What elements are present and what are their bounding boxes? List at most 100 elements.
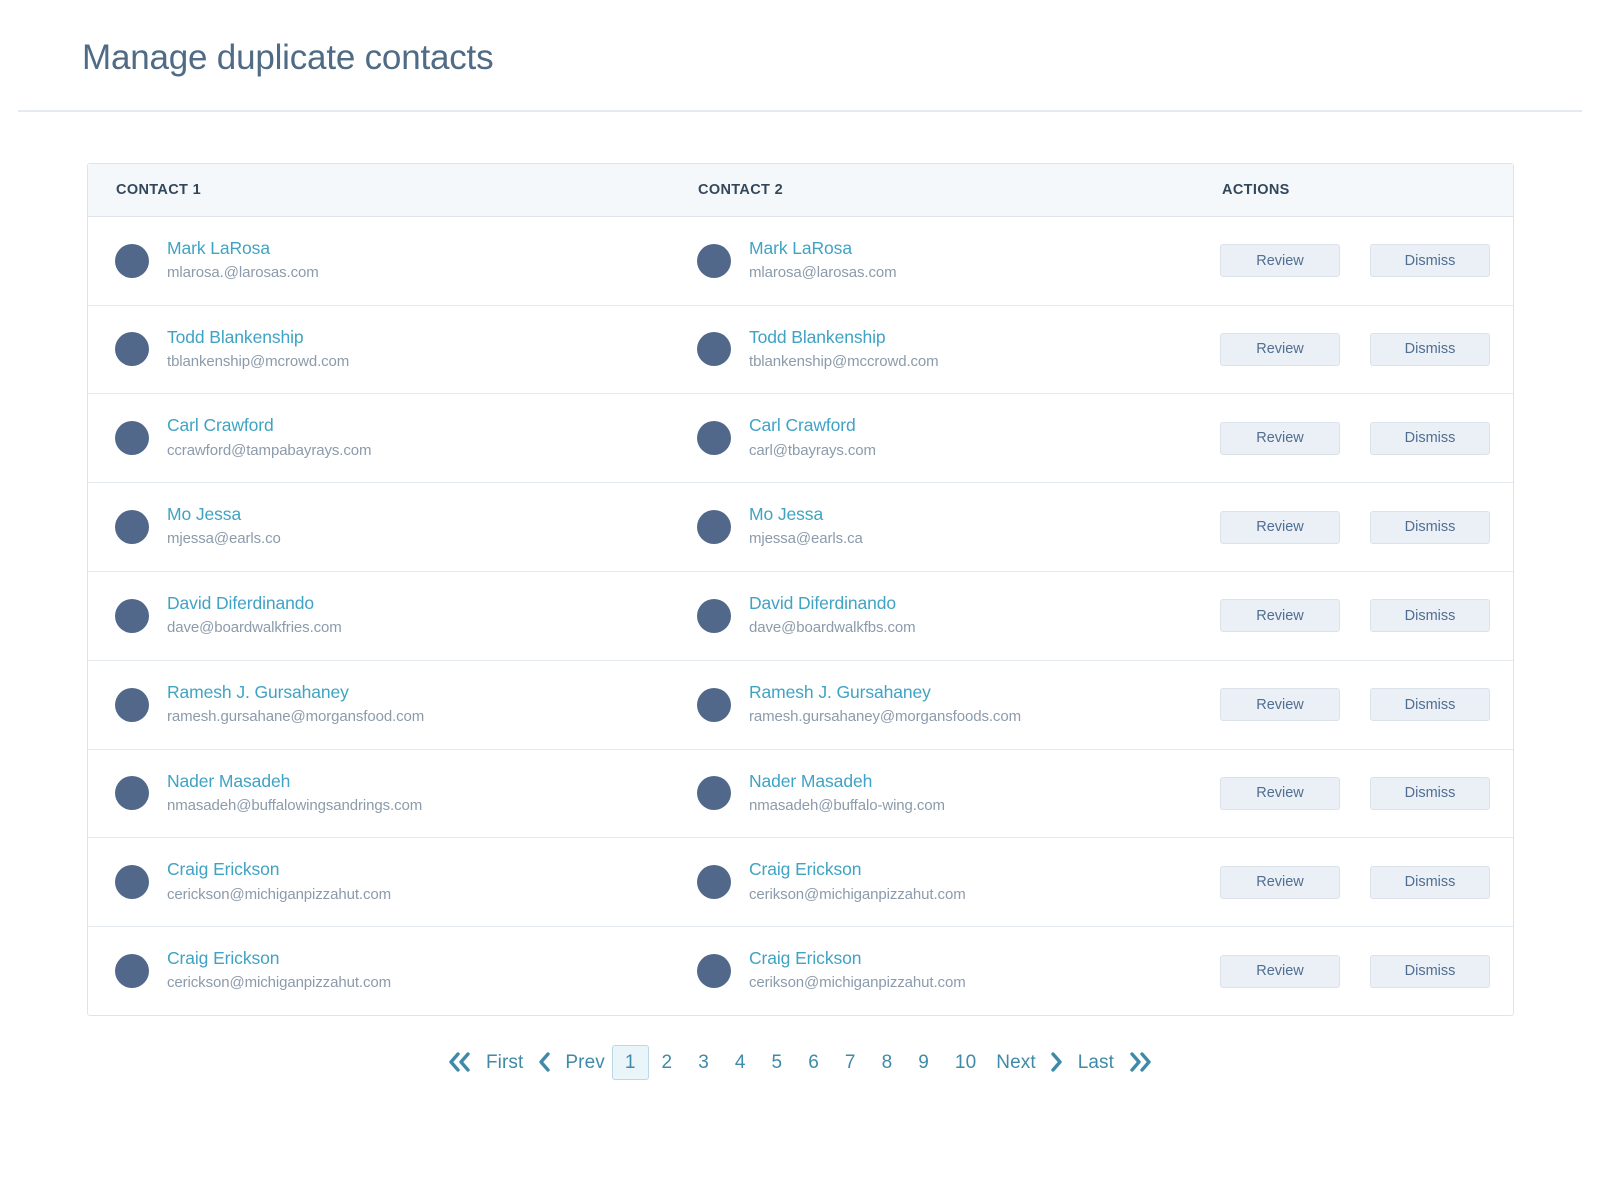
table-body: Mark LaRosa mlarosa.@larosas.com Mark LaRo…: [88, 217, 1513, 1015]
contact-name-link[interactable]: Carl Crawford: [167, 414, 371, 437]
prev-page-icon[interactable]: [530, 1045, 558, 1079]
next-page-icon[interactable]: [1043, 1045, 1071, 1079]
page-number-9[interactable]: 9: [905, 1047, 942, 1078]
contact-name-link[interactable]: Ramesh J. Gursahaney: [749, 681, 1021, 704]
contact-email: cerikson@michiganpizzahut.com: [749, 974, 966, 992]
dismiss-button[interactable]: Dismiss: [1370, 599, 1490, 633]
page-title: Manage duplicate contacts: [82, 38, 494, 77]
table-row: Todd Blankenship tblankenship@mcrowd.com T…: [88, 306, 1513, 395]
contact-email: cerickson@michiganpizzahut.com: [167, 885, 391, 903]
contact-text: Ramesh J. Gursahaney ramesh.gursahane@mor…: [167, 681, 424, 729]
page-number-3[interactable]: 3: [685, 1047, 722, 1078]
contact-name-link[interactable]: Mark LaRosa: [167, 237, 319, 260]
contact-name-link[interactable]: Todd Blankenship: [749, 326, 939, 349]
dismiss-button[interactable]: Dismiss: [1370, 776, 1490, 810]
table-row: Mark LaRosa mlarosa.@larosas.com Mark LaRo…: [88, 217, 1513, 306]
dismiss-button[interactable]: Dismiss: [1370, 244, 1490, 278]
page-number-8[interactable]: 8: [869, 1047, 906, 1078]
dismiss-button[interactable]: Dismiss: [1370, 510, 1490, 544]
review-button[interactable]: Review: [1220, 865, 1340, 899]
contact-text: Nader Masadeh nmasadeh@buffalowingsandrin…: [167, 770, 422, 818]
action-button-group: Review Dismiss: [1220, 954, 1490, 988]
header-divider: [18, 109, 1582, 112]
avatar: [697, 776, 731, 811]
avatar: [115, 776, 149, 811]
avatar: [697, 865, 731, 900]
action-button-group: Review Dismiss: [1220, 332, 1490, 366]
avatar: [115, 510, 149, 545]
first-page-button[interactable]: First: [479, 1047, 530, 1078]
contact-text: Mo Jessa mjessa@earls.ca: [749, 503, 863, 551]
review-button[interactable]: Review: [1220, 244, 1340, 278]
contact-name-link[interactable]: Nader Masadeh: [167, 770, 422, 793]
contact-name-link[interactable]: Craig Erickson: [749, 858, 966, 881]
action-button-group: Review Dismiss: [1220, 688, 1490, 722]
avatar: [115, 332, 149, 367]
last-page-button[interactable]: Last: [1071, 1047, 1121, 1078]
table-row: David Diferdinando dave@boardwalkfries.co…: [88, 572, 1513, 661]
last-page-icon[interactable]: [1121, 1045, 1159, 1079]
action-button-group: Review Dismiss: [1220, 244, 1490, 278]
avatar: [115, 421, 149, 456]
dismiss-button[interactable]: Dismiss: [1370, 954, 1490, 988]
review-button[interactable]: Review: [1220, 510, 1340, 544]
cell-actions: Review Dismiss: [1198, 510, 1513, 544]
dismiss-button[interactable]: Dismiss: [1370, 688, 1490, 722]
page-number-10[interactable]: 10: [942, 1047, 989, 1078]
contact-text: Nader Masadeh nmasadeh@buffalo-wing.com: [749, 770, 945, 818]
contact-name-link[interactable]: Carl Crawford: [749, 414, 876, 437]
page-number-6[interactable]: 6: [795, 1047, 832, 1078]
contact-name-link[interactable]: Ramesh J. Gursahaney: [167, 681, 424, 704]
review-button[interactable]: Review: [1220, 332, 1340, 366]
review-button[interactable]: Review: [1220, 421, 1340, 455]
column-header-contact-1: CONTACT 1: [116, 181, 202, 198]
cell-contact2: Nader Masadeh nmasadeh@buffalo-wing.com: [672, 770, 1198, 818]
table-row: Mo Jessa mjessa@earls.co Mo Jessa mjessa@ea…: [88, 483, 1513, 572]
pagination: First Prev 1 2 3 4 5 6 7 8 9 10 Next Last: [0, 1044, 1600, 1080]
action-button-group: Review Dismiss: [1220, 865, 1490, 899]
page-number-7[interactable]: 7: [832, 1047, 869, 1078]
page-number-1[interactable]: 1: [611, 1044, 649, 1080]
cell-contact2: David Diferdinando dave@boardwalkfbs.com: [672, 592, 1198, 640]
contact-email: mjessa@earls.ca: [749, 530, 863, 548]
page-header: Manage duplicate contacts: [0, 0, 1600, 112]
avatar: [115, 598, 149, 633]
cell-contact1: Todd Blankenship tblankenship@mcrowd.com: [88, 326, 672, 374]
cell-contact2: Craig Erickson cerikson@michiganpizzahut.…: [672, 858, 1198, 906]
contact-name-link[interactable]: Craig Erickson: [167, 947, 391, 970]
page-number-4[interactable]: 4: [722, 1047, 759, 1078]
page-number-5[interactable]: 5: [759, 1047, 796, 1078]
review-button[interactable]: Review: [1220, 688, 1340, 722]
review-button[interactable]: Review: [1220, 776, 1340, 810]
contact-email: nmasadeh@buffalowingsandrings.com: [167, 796, 423, 814]
contact-text: Craig Erickson cerikson@michiganpizzahut.…: [749, 947, 966, 995]
contact-name-link[interactable]: Mo Jessa: [749, 503, 863, 526]
contact-name-link[interactable]: Mo Jessa: [167, 503, 281, 526]
cell-actions: Review Dismiss: [1198, 421, 1513, 455]
contact-name-link[interactable]: Craig Erickson: [167, 858, 391, 881]
contact-name-link[interactable]: David Diferdinando: [749, 592, 916, 615]
review-button[interactable]: Review: [1220, 954, 1340, 988]
avatar: [697, 332, 731, 367]
table-row: Ramesh J. Gursahaney ramesh.gursahane@mor…: [88, 661, 1513, 750]
review-button[interactable]: Review: [1220, 599, 1340, 633]
dismiss-button[interactable]: Dismiss: [1370, 332, 1490, 366]
contact-name-link[interactable]: Mark LaRosa: [749, 237, 897, 260]
page-number-2[interactable]: 2: [649, 1047, 686, 1078]
next-page-button[interactable]: Next: [989, 1047, 1042, 1078]
contact-email: cerikson@michiganpizzahut.com: [749, 885, 966, 903]
contact-text: Carl Crawford ccrawford@tampabayrays.com: [167, 414, 371, 462]
prev-page-button[interactable]: Prev: [558, 1047, 611, 1078]
contact-name-link[interactable]: David Diferdinando: [167, 592, 342, 615]
cell-actions: Review Dismiss: [1198, 332, 1513, 366]
first-page-icon[interactable]: [441, 1045, 479, 1079]
contact-name-link[interactable]: Craig Erickson: [749, 947, 966, 970]
avatar: [697, 598, 731, 633]
contact-name-link[interactable]: Todd Blankenship: [167, 326, 349, 349]
contact-email: cerickson@michiganpizzahut.com: [167, 974, 391, 992]
cell-contact1: Craig Erickson cerickson@michiganpizzahut…: [88, 947, 672, 995]
dismiss-button[interactable]: Dismiss: [1370, 421, 1490, 455]
dismiss-button[interactable]: Dismiss: [1370, 865, 1490, 899]
contact-email: mjessa@earls.co: [167, 530, 281, 548]
contact-name-link[interactable]: Nader Masadeh: [749, 770, 945, 793]
